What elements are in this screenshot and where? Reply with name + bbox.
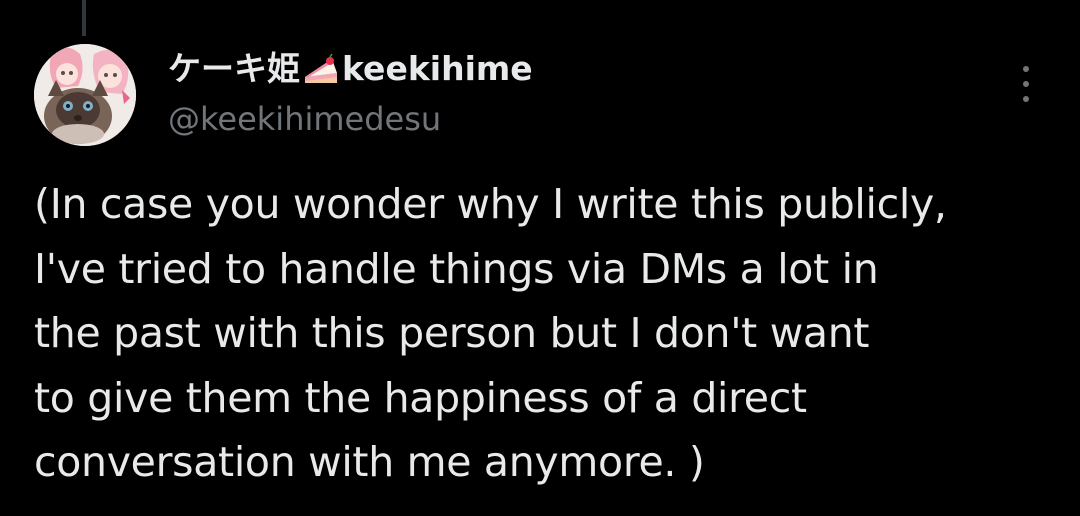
tweet-text-line: the past with this person but I don't wa… xyxy=(34,309,870,357)
thread-connector-line xyxy=(82,0,86,36)
more-dot xyxy=(1023,66,1029,72)
more-dot xyxy=(1023,81,1029,87)
tweet-header: ケーキ姫 keekihime @keekihimedesu xyxy=(168,45,1020,141)
tweet-text-line: conversation with me anymore. ) xyxy=(34,438,705,486)
tweet-text-line: (In case you wonder why I write this pub… xyxy=(34,180,947,228)
more-vertical-icon[interactable] xyxy=(1010,66,1042,102)
author-handle[interactable]: @keekihimedesu xyxy=(168,97,1020,141)
tweet-text: (In case you wonder why I write this pub… xyxy=(34,172,1064,495)
tweet-text-line: to give them the happiness of a direct xyxy=(34,373,807,422)
tweet-text-line: I've tried to handle things via DMs a lo… xyxy=(34,244,879,293)
display-name-en: keekihime xyxy=(342,49,533,88)
more-dot xyxy=(1023,96,1029,102)
cake-icon xyxy=(302,52,340,86)
avatar-image xyxy=(34,44,136,146)
avatar[interactable] xyxy=(34,44,136,146)
author-display-name[interactable]: ケーキ姫 keekihime xyxy=(168,45,1020,93)
display-name-jp: ケーキ姫 xyxy=(168,49,300,88)
